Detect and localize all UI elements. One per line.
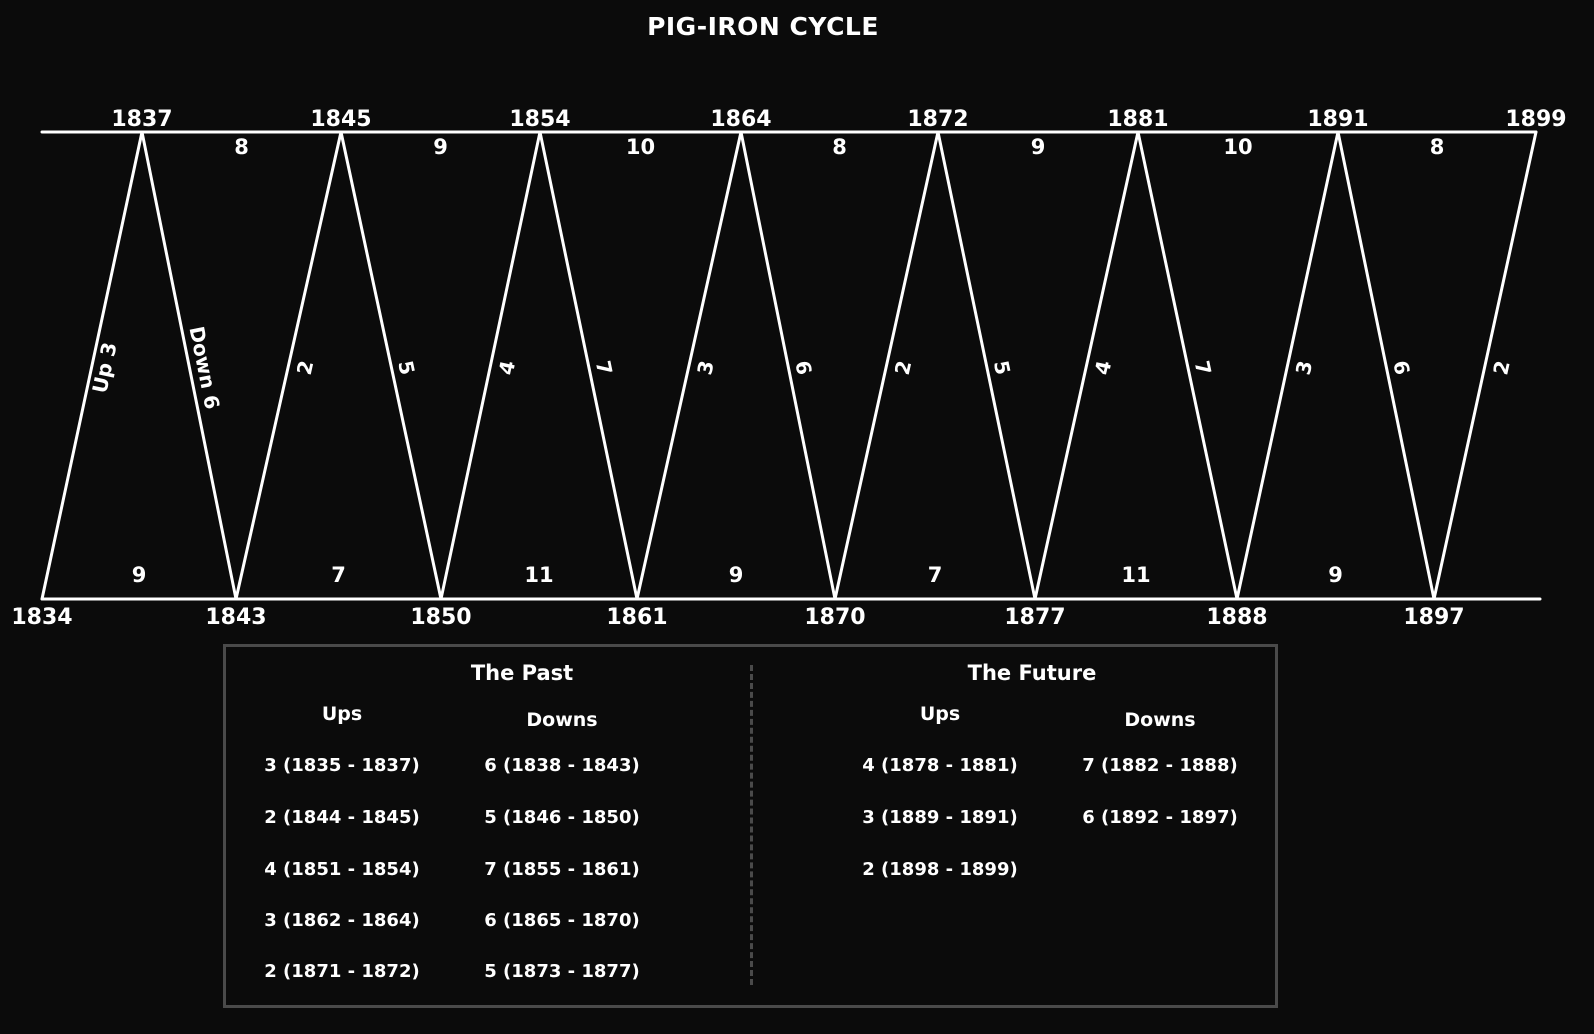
down-leg-line — [1336, 130, 1436, 601]
up-leg-line — [635, 130, 743, 601]
up-leg-label: 3 — [692, 358, 718, 377]
peak-year-label: 1881 — [1107, 107, 1168, 132]
up-leg-label: 2 — [890, 358, 916, 377]
trough-interval-label: 9 — [132, 563, 147, 587]
past-down-entry: 5 (1873 - 1877) — [484, 961, 640, 982]
past-up-entry: 3 (1862 - 1864) — [264, 910, 420, 931]
down-leg-line — [1136, 130, 1239, 601]
peak-year-label: 1854 — [509, 107, 570, 132]
past-down-entry: 7 (1855 - 1861) — [484, 859, 640, 880]
peak-interval-label: 10 — [626, 135, 655, 159]
trough-interval-label: 7 — [928, 563, 943, 587]
future-downs-header: Downs — [1124, 709, 1196, 731]
up-leg-line — [1235, 130, 1340, 601]
trough-year-label: 1877 — [1004, 605, 1065, 630]
trough-year-label: 1834 — [11, 605, 72, 630]
peak-interval-label: 10 — [1223, 135, 1252, 159]
down-leg-line — [739, 130, 837, 601]
up-leg-line — [439, 130, 542, 601]
future-down-entry: 7 (1882 - 1888) — [1082, 755, 1238, 776]
legend-divider — [750, 665, 753, 985]
past-up-entry: 4 (1851 - 1854) — [264, 859, 420, 880]
past-down-entry: 5 (1846 - 1850) — [484, 807, 640, 828]
peak-interval-label: 8 — [1430, 135, 1445, 159]
past-downs-header: Downs — [526, 709, 598, 731]
down-leg-label: 7 — [591, 358, 617, 377]
past-up-entry: 2 (1844 - 1845) — [264, 807, 420, 828]
peak-interval-label: 8 — [832, 135, 847, 159]
down-leg-label: 6 — [1388, 358, 1414, 376]
trough-year-label: 1888 — [1206, 605, 1267, 630]
up-leg-line — [1033, 130, 1140, 601]
future-up-entry: 3 (1889 - 1891) — [862, 807, 1018, 828]
down-leg-line — [538, 130, 639, 601]
trough-year-label: 1843 — [205, 605, 266, 630]
peak-interval-label: 9 — [1031, 135, 1046, 159]
future-title: The Future — [967, 661, 1097, 685]
trough-interval-label: 11 — [1121, 563, 1150, 587]
past-down-entry: 6 (1865 - 1870) — [484, 910, 640, 931]
future-up-entry: 4 (1878 - 1881) — [862, 755, 1018, 776]
up-leg-line — [1432, 130, 1538, 601]
trough-year-label: 1850 — [410, 605, 471, 630]
past-up-entry: 2 (1871 - 1872) — [264, 961, 420, 982]
future-down-entry: 6 (1892 - 1897) — [1082, 807, 1238, 828]
up-leg-label: 2 — [292, 358, 318, 377]
down-leg-label: 5 — [989, 358, 1015, 377]
peak-year-label: 1891 — [1307, 107, 1368, 132]
past-up-entry: 3 (1835 - 1837) — [264, 755, 420, 776]
peak-year-label: 1899 — [1505, 107, 1566, 132]
up-leg-label: 4 — [1090, 358, 1116, 377]
legend-box: The Past Ups Downs The Future Ups Downs … — [223, 644, 1278, 1008]
peak-year-label: 1872 — [907, 107, 968, 132]
peak-interval-label: 8 — [234, 135, 249, 159]
peak-year-label: 1864 — [710, 107, 771, 132]
peak-interval-label: 9 — [433, 135, 448, 159]
down-leg-label: 6 — [790, 359, 816, 377]
trough-interval-label: 11 — [524, 563, 553, 587]
up-leg-label: 2 — [1488, 358, 1514, 377]
down-leg-label: 5 — [393, 358, 419, 377]
trough-interval-label: 7 — [331, 563, 346, 587]
trough-year-label: 1870 — [804, 605, 865, 630]
down-leg-line — [936, 130, 1037, 601]
down-leg-label: 7 — [1190, 358, 1216, 377]
trough-year-label: 1861 — [606, 605, 667, 630]
up-leg-line — [833, 130, 940, 601]
trough-interval-label: 9 — [1328, 563, 1343, 587]
peak-year-label: 1845 — [310, 107, 371, 132]
future-up-entry: 2 (1898 - 1899) — [862, 859, 1018, 880]
cycle-diagram: Up 3 Down 6 2 5 4 7 3 6 2 5 4 7 3 6 21837 1845 1854 1864 1… — [11, 107, 1566, 630]
down-leg-line — [339, 130, 443, 601]
past-down-entry: 6 (1838 - 1843) — [484, 755, 640, 776]
trough-year-label: 1897 — [1403, 605, 1464, 630]
up-leg-line — [234, 130, 343, 601]
future-ups-header: Ups — [919, 703, 961, 725]
trough-interval-label: 9 — [729, 563, 744, 587]
past-ups-header: Ups — [321, 703, 363, 725]
up-leg-label: 4 — [494, 358, 520, 377]
up-leg-label: Up 3 — [87, 340, 121, 395]
up-leg-label: 3 — [1291, 358, 1317, 377]
peak-year-label: 1837 — [111, 107, 172, 132]
down-leg-line — [140, 130, 238, 601]
past-title: The Past — [470, 661, 574, 685]
